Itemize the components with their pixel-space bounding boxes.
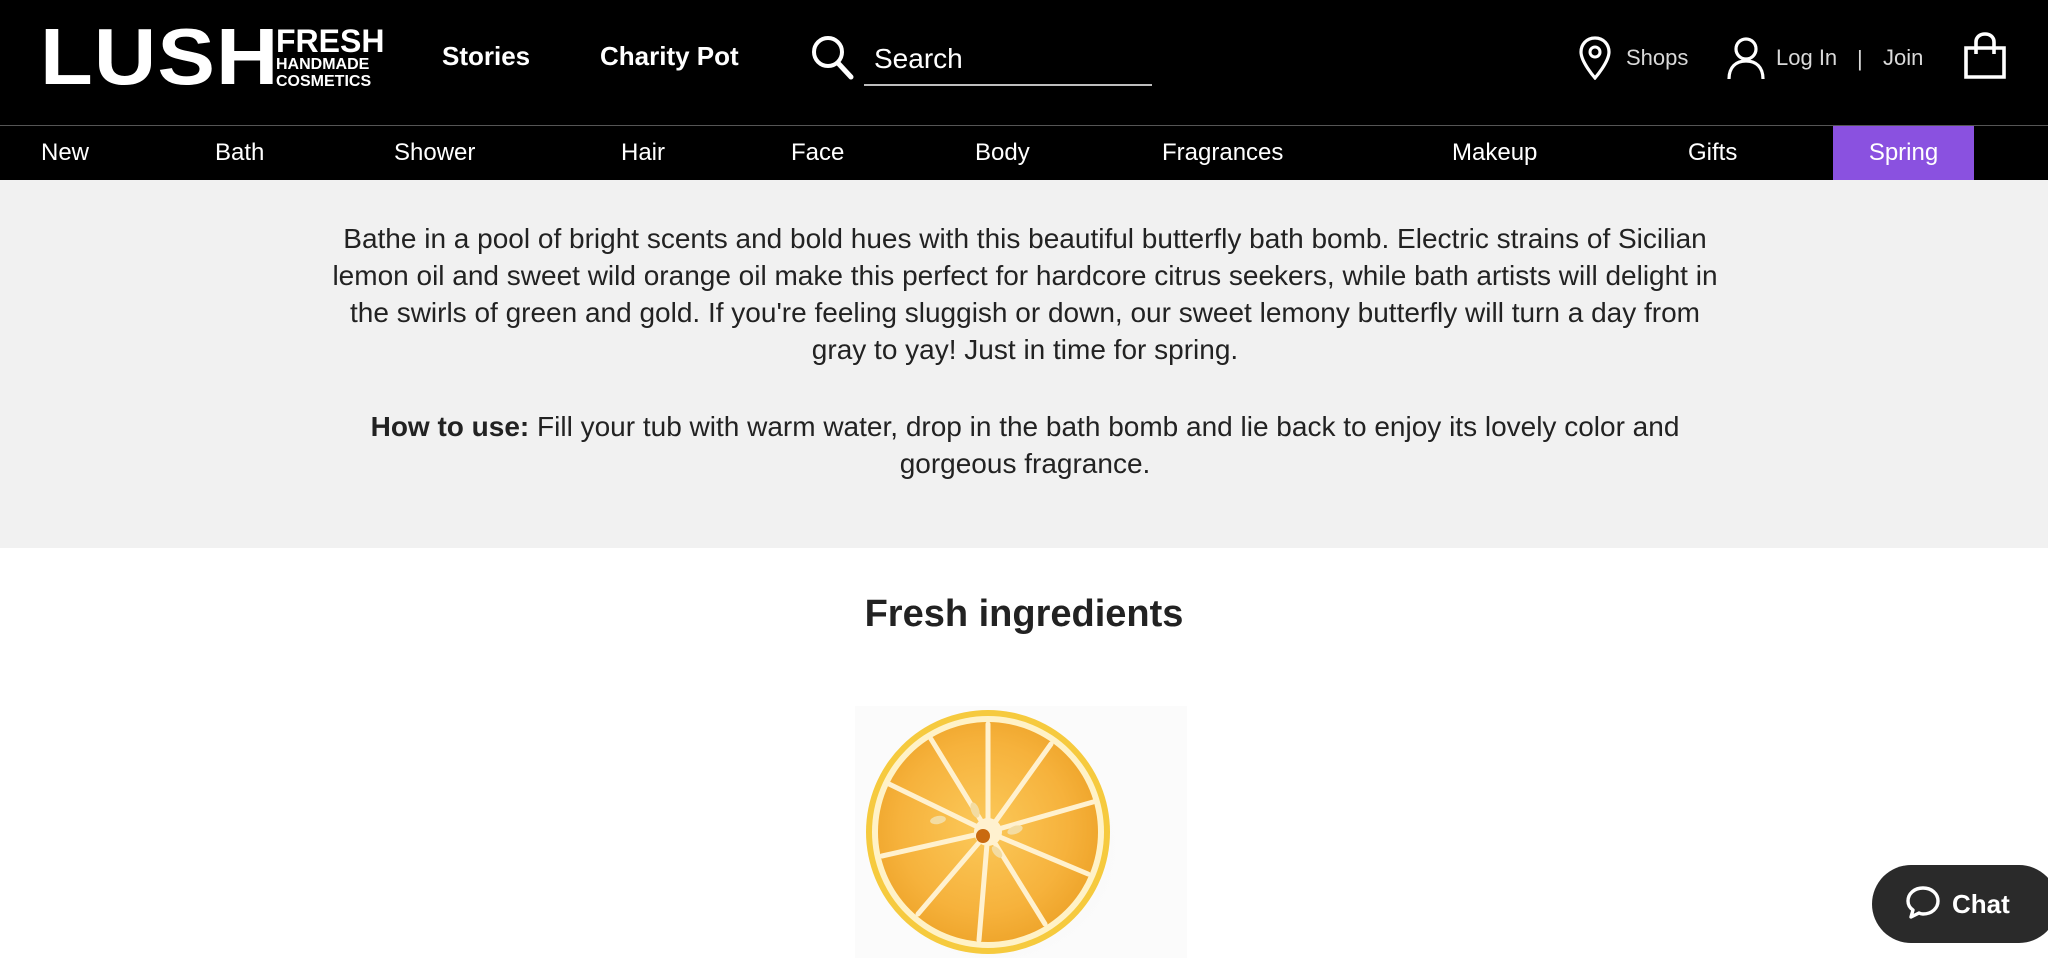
category-spring[interactable]: Spring [1833,126,1974,181]
category-new[interactable]: New [41,126,89,181]
join-label: Join [1883,45,1924,70]
site-header: LUSH FRESH HANDMADE COSMETICS Stories Ch… [0,0,2048,125]
join-link[interactable]: Join [1883,34,1923,82]
lush-logo[interactable]: LUSH FRESH HANDMADE COSMETICS [40,17,384,97]
category-shower[interactable]: Shower [394,126,475,181]
logo-wordmark: LUSH [40,12,280,101]
logo-handmade: HANDMADE [276,56,370,73]
lemon-half-image [855,706,1187,958]
nav-link-charity-pot[interactable]: Charity Pot [600,38,739,74]
how-to-use: How to use: Fill your tub with warm wate… [330,408,1720,482]
category-face[interactable]: Face [791,126,844,181]
category-makeup[interactable]: Makeup [1452,126,1537,181]
logo-tagline: FRESH HANDMADE COSMETICS [276,23,396,90]
nav-link-stories[interactable]: Stories [442,38,530,74]
search-icon[interactable] [810,34,854,80]
category-bath[interactable]: Bath [215,126,264,181]
login-link[interactable]: Log In [1726,34,1837,82]
chat-button[interactable]: Chat [1872,865,2048,943]
chat-label: Chat [1952,888,2010,919]
product-description: Bathe in a pool of bright scents and bol… [332,223,1718,365]
category-body[interactable]: Body [975,126,1030,181]
category-gifts[interactable]: Gifts [1688,126,1737,181]
map-pin-icon [1578,36,1612,80]
login-label: Log In [1776,45,1838,70]
search-bar [810,34,1152,88]
category-fragrances[interactable]: Fragrances [1162,126,1283,181]
how-to-use-label: How to use: [370,411,530,442]
chat-bubble-icon [1906,885,1940,924]
shopping-bag-icon [1962,32,2008,80]
cart-button[interactable] [1962,32,2008,80]
search-input[interactable] [864,34,1152,86]
product-description-section: Bathe in a pool of bright scents and bol… [0,180,2048,548]
shops-link[interactable]: Shops [1578,34,1688,82]
category-nav: New Bath Shower Hair Face Body Fragrance… [0,125,2048,181]
logo-fresh: FRESH [276,23,385,59]
ingredients-heading: Fresh ingredients [864,593,1184,635]
how-to-use-text: Fill your tub with warm water, drop in t… [529,411,1680,479]
user-icon [1726,35,1766,81]
category-hair[interactable]: Hair [621,126,665,181]
logo-cosmetics: COSMETICS [276,73,372,90]
login-join-separator: | [1857,46,1863,71]
shops-label: Shops [1626,45,1689,70]
